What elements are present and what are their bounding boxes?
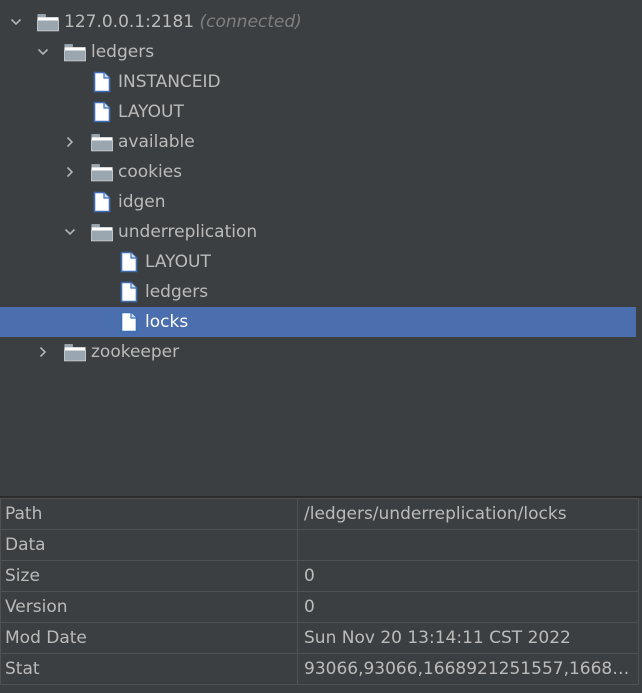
tree-node-label: LAYOUT [118,102,184,122]
tree-node-layout[interactable]: LAYOUT [0,97,636,127]
file-icon [93,97,111,127]
table-row[interactable]: Data [0,529,639,561]
connection-status: (connected) [199,12,302,32]
tree-node-cookies[interactable]: cookies [0,157,636,187]
tree-node-zookeeper[interactable]: zookeeper [0,337,636,367]
folder-icon [90,217,114,247]
folder-icon [63,37,87,67]
tree-scrollbar[interactable] [637,0,642,496]
chevron-down-icon[interactable] [33,37,53,67]
properties-table: Path /ledgers/underreplication/locks Dat… [0,498,639,685]
tree-node-label: idgen [118,192,166,212]
chevron-right-icon[interactable] [60,127,80,157]
property-key: Path [0,498,298,530]
property-key: Data [0,529,298,561]
file-icon [120,247,138,277]
property-value[interactable]: 93066,93066,1668921251557,16689… [297,653,639,685]
tree-node-label: cookies [118,162,183,182]
tree-node-label: locks [145,312,189,332]
folder-icon [90,127,114,157]
property-key: Stat [0,653,298,685]
chevron-down-icon[interactable] [6,7,26,37]
file-icon [93,67,111,97]
tree-node-label: INSTANCEID [118,72,221,92]
file-icon [120,307,138,337]
table-row[interactable]: Size 0 [0,560,639,592]
table-row[interactable]: Mod Date Sun Nov 20 13:14:11 CST 2022 [0,622,639,654]
property-key: Version [0,591,298,623]
tree-node-label: LAYOUT [145,252,211,272]
tree-node-underreplication-ledgers[interactable]: ledgers [0,277,636,307]
folder-icon [36,7,60,37]
tree-node-ledgers[interactable]: ledgers [0,37,636,67]
tree-node-label: ledgers [145,282,209,302]
chevron-right-icon[interactable] [33,337,53,367]
tree-node-instanceid[interactable]: INSTANCEID [0,67,636,97]
zookeeper-tree: 127.0.0.1:2181 (connected) ledgers INSTA… [0,0,642,496]
folder-icon [90,157,114,187]
tree-node-label: available [118,132,195,152]
properties-panel: Path /ledgers/underreplication/locks Dat… [0,498,642,693]
tree-node-idgen[interactable]: idgen [0,187,636,217]
file-icon [120,277,138,307]
property-value[interactable] [297,529,639,561]
tree-node-locks-selected[interactable]: locks [0,307,636,337]
table-row[interactable]: Stat 93066,93066,1668921251557,16689… [0,653,639,685]
tree-node-label: zookeeper [91,342,180,362]
tree-node-label: ledgers [91,42,155,62]
table-row[interactable]: Version 0 [0,591,639,623]
tree-node-underreplication-layout[interactable]: LAYOUT [0,247,636,277]
property-value[interactable]: 0 [297,560,639,592]
tree-node-underreplication[interactable]: underreplication [0,217,636,247]
chevron-right-icon[interactable] [60,157,80,187]
tree-node-available[interactable]: available [0,127,636,157]
chevron-down-icon[interactable] [60,217,80,247]
tree-node-label: 127.0.0.1:2181 [64,12,195,32]
property-key: Size [0,560,298,592]
folder-icon [63,337,87,367]
tree-node-label: underreplication [118,222,258,242]
property-value[interactable]: Sun Nov 20 13:14:11 CST 2022 [297,622,639,654]
property-value[interactable]: 0 [297,591,639,623]
table-row[interactable]: Path /ledgers/underreplication/locks [0,498,639,530]
tree-node-root[interactable]: 127.0.0.1:2181 (connected) [0,7,636,37]
property-value[interactable]: /ledgers/underreplication/locks [297,498,639,530]
property-key: Mod Date [0,622,298,654]
file-icon [93,187,111,217]
